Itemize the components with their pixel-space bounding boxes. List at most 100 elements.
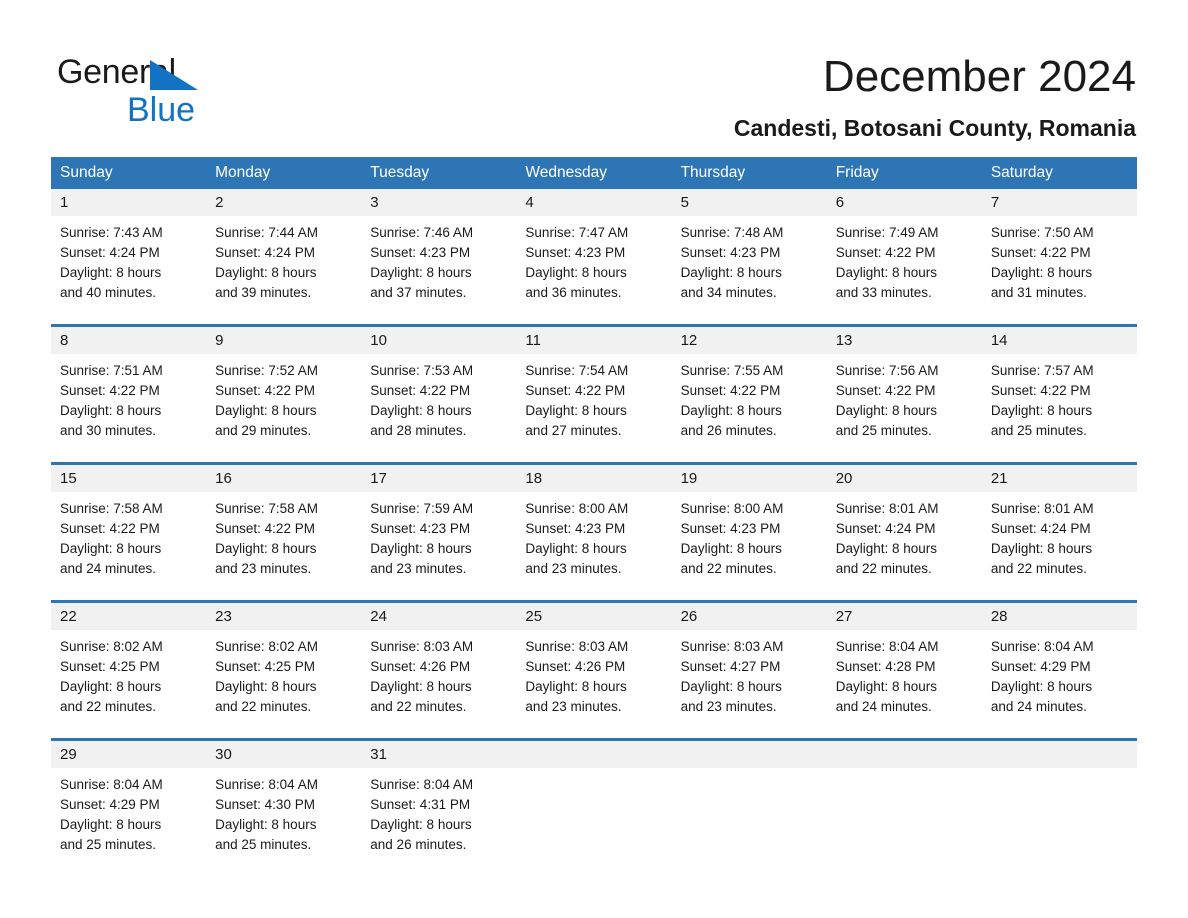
sunset-text: Sunset: 4:22 PM (680, 383, 781, 398)
day-number[interactable]: 15 (51, 465, 206, 492)
day-cell[interactable]: Sunrise: 7:49 AM Sunset: 4:22 PM Dayligh… (827, 216, 982, 324)
sunset-text: Sunset: 4:22 PM (835, 245, 936, 260)
day-number[interactable]: 21 (982, 465, 1137, 492)
sunset-text: Sunset: 4:24 PM (990, 521, 1091, 536)
daylight-text-line2: and 22 minutes. (835, 561, 932, 576)
day-number[interactable]: 6 (827, 189, 982, 216)
sunrise-text: Sunrise: 8:02 AM (215, 639, 318, 654)
sunrise-text: Sunrise: 7:49 AM (835, 225, 939, 240)
daylight-text-line2: and 23 minutes. (680, 699, 777, 714)
sunrise-text: Sunrise: 7:55 AM (680, 363, 784, 378)
day-number[interactable]: 19 (672, 465, 827, 492)
day-number[interactable]: 2 (206, 189, 361, 216)
day-cell[interactable]: Sunrise: 7:44 AM Sunset: 4:24 PM Dayligh… (206, 216, 361, 324)
day-number[interactable]: 1 (51, 189, 206, 216)
daylight-text-line2: and 24 minutes. (835, 699, 932, 714)
day-number[interactable]: 25 (516, 603, 671, 630)
day-cell[interactable]: Sunrise: 8:01 AM Sunset: 4:24 PM Dayligh… (982, 492, 1137, 600)
sunrise-text: Sunrise: 7:59 AM (370, 501, 474, 516)
sunset-text: Sunset: 4:22 PM (835, 383, 936, 398)
day-cell[interactable]: Sunrise: 8:04 AM Sunset: 4:30 PM Dayligh… (206, 768, 361, 876)
sunset-text: Sunset: 4:26 PM (525, 659, 626, 674)
day-number[interactable]: 3 (361, 189, 516, 216)
daylight-text-line1: Daylight: 8 hours (525, 265, 627, 280)
page-title: December 2024 (822, 52, 1136, 101)
daylight-text-line2: and 23 minutes. (215, 561, 312, 576)
sunrise-text: Sunrise: 7:50 AM (990, 225, 1094, 240)
day-number[interactable]: 20 (827, 465, 982, 492)
sunrise-text: Sunrise: 7:53 AM (370, 363, 474, 378)
day-cell[interactable]: Sunrise: 8:00 AM Sunset: 4:23 PM Dayligh… (672, 492, 827, 600)
day-cell[interactable]: Sunrise: 7:47 AM Sunset: 4:23 PM Dayligh… (516, 216, 671, 324)
day-cell[interactable]: Sunrise: 8:04 AM Sunset: 4:28 PM Dayligh… (827, 630, 982, 738)
day-cell[interactable]: Sunrise: 8:00 AM Sunset: 4:23 PM Dayligh… (516, 492, 671, 600)
daylight-text-line1: Daylight: 8 hours (215, 817, 317, 832)
daylight-text-line2: and 22 minutes. (990, 561, 1087, 576)
day-number[interactable]: 5 (672, 189, 827, 216)
day-cell[interactable]: Sunrise: 7:57 AM Sunset: 4:22 PM Dayligh… (982, 354, 1137, 462)
day-number[interactable]: 11 (516, 327, 671, 354)
day-cell[interactable]: Sunrise: 8:04 AM Sunset: 4:29 PM Dayligh… (51, 768, 206, 876)
day-cell[interactable]: Sunrise: 7:55 AM Sunset: 4:22 PM Dayligh… (672, 354, 827, 462)
day-cell[interactable]: Sunrise: 8:02 AM Sunset: 4:25 PM Dayligh… (206, 630, 361, 738)
day-number[interactable]: 14 (982, 327, 1137, 354)
day-number[interactable]: 23 (206, 603, 361, 630)
day-cell[interactable]: Sunrise: 7:51 AM Sunset: 4:22 PM Dayligh… (51, 354, 206, 462)
day-number[interactable]: 26 (672, 603, 827, 630)
day-cell[interactable]: Sunrise: 8:02 AM Sunset: 4:25 PM Dayligh… (51, 630, 206, 738)
day-cell[interactable]: Sunrise: 7:59 AM Sunset: 4:23 PM Dayligh… (361, 492, 516, 600)
day-cell[interactable]: Sunrise: 8:04 AM Sunset: 4:29 PM Dayligh… (982, 630, 1137, 738)
day-number[interactable]: 10 (361, 327, 516, 354)
sunset-text: Sunset: 4:31 PM (370, 797, 471, 812)
day-number[interactable]: 9 (206, 327, 361, 354)
sunrise-text: Sunrise: 8:01 AM (990, 501, 1094, 516)
day-cell[interactable]: Sunrise: 8:04 AM Sunset: 4:31 PM Dayligh… (361, 768, 516, 876)
day-number[interactable]: 12 (672, 327, 827, 354)
day-number[interactable]: 27 (827, 603, 982, 630)
day-cell[interactable]: Sunrise: 7:43 AM Sunset: 4:24 PM Dayligh… (51, 216, 206, 324)
day-cell[interactable]: Sunrise: 7:58 AM Sunset: 4:22 PM Dayligh… (51, 492, 206, 600)
daylight-text-line1: Daylight: 8 hours (525, 679, 627, 694)
daylight-text-line2: and 22 minutes. (215, 699, 312, 714)
daylight-text-line1: Daylight: 8 hours (215, 265, 317, 280)
calendar-week-row: 29 30 31 Sunrise: 8:04 AM Sunset: 4:29 P… (51, 738, 1137, 876)
sunrise-text: Sunrise: 7:58 AM (60, 501, 163, 516)
day-number[interactable]: 29 (51, 741, 206, 768)
day-number[interactable]: 16 (206, 465, 361, 492)
day-cell[interactable]: Sunrise: 7:52 AM Sunset: 4:22 PM Dayligh… (206, 354, 361, 462)
weekday-header-monday: Monday (215, 164, 271, 181)
day-number[interactable]: 31 (361, 741, 516, 768)
sunrise-text: Sunrise: 7:56 AM (835, 363, 939, 378)
day-number[interactable]: 8 (51, 327, 206, 354)
day-cell[interactable]: Sunrise: 7:50 AM Sunset: 4:22 PM Dayligh… (982, 216, 1137, 324)
day-cell[interactable]: Sunrise: 7:53 AM Sunset: 4:22 PM Dayligh… (361, 354, 516, 462)
daylight-text-line1: Daylight: 8 hours (370, 265, 472, 280)
day-number[interactable]: 28 (982, 603, 1137, 630)
day-cell[interactable]: Sunrise: 7:58 AM Sunset: 4:22 PM Dayligh… (206, 492, 361, 600)
sunset-text: Sunset: 4:23 PM (370, 245, 471, 260)
day-number[interactable]: 4 (516, 189, 671, 216)
daylight-text-line2: and 27 minutes. (525, 423, 622, 438)
day-cell[interactable]: Sunrise: 8:03 AM Sunset: 4:26 PM Dayligh… (516, 630, 671, 738)
day-number[interactable]: 22 (51, 603, 206, 630)
day-number[interactable]: 24 (361, 603, 516, 630)
daylight-text-line2: and 25 minutes. (990, 423, 1087, 438)
day-number[interactable]: 18 (516, 465, 671, 492)
day-cell[interactable]: Sunrise: 7:54 AM Sunset: 4:22 PM Dayligh… (516, 354, 671, 462)
daylight-text-line1: Daylight: 8 hours (60, 403, 162, 418)
daylight-text-line1: Daylight: 8 hours (60, 817, 162, 832)
sunset-text: Sunset: 4:29 PM (60, 797, 160, 812)
day-cell[interactable]: Sunrise: 7:56 AM Sunset: 4:22 PM Dayligh… (827, 354, 982, 462)
day-number[interactable]: 13 (827, 327, 982, 354)
day-cells-row: Sunrise: 8:02 AM Sunset: 4:25 PM Dayligh… (51, 630, 1137, 738)
day-cell[interactable]: Sunrise: 8:03 AM Sunset: 4:26 PM Dayligh… (361, 630, 516, 738)
day-number[interactable]: 30 (206, 741, 361, 768)
day-cell[interactable]: Sunrise: 8:03 AM Sunset: 4:27 PM Dayligh… (672, 630, 827, 738)
day-cell[interactable]: Sunrise: 8:01 AM Sunset: 4:24 PM Dayligh… (827, 492, 982, 600)
day-cell[interactable]: Sunrise: 7:46 AM Sunset: 4:23 PM Dayligh… (361, 216, 516, 324)
generalblue-logo[interactable]: General Blue (57, 52, 317, 138)
day-number[interactable]: 7 (982, 189, 1137, 216)
day-number[interactable]: 17 (361, 465, 516, 492)
day-cell[interactable]: Sunrise: 7:48 AM Sunset: 4:23 PM Dayligh… (672, 216, 827, 324)
daylight-text-line1: Daylight: 8 hours (990, 679, 1093, 694)
